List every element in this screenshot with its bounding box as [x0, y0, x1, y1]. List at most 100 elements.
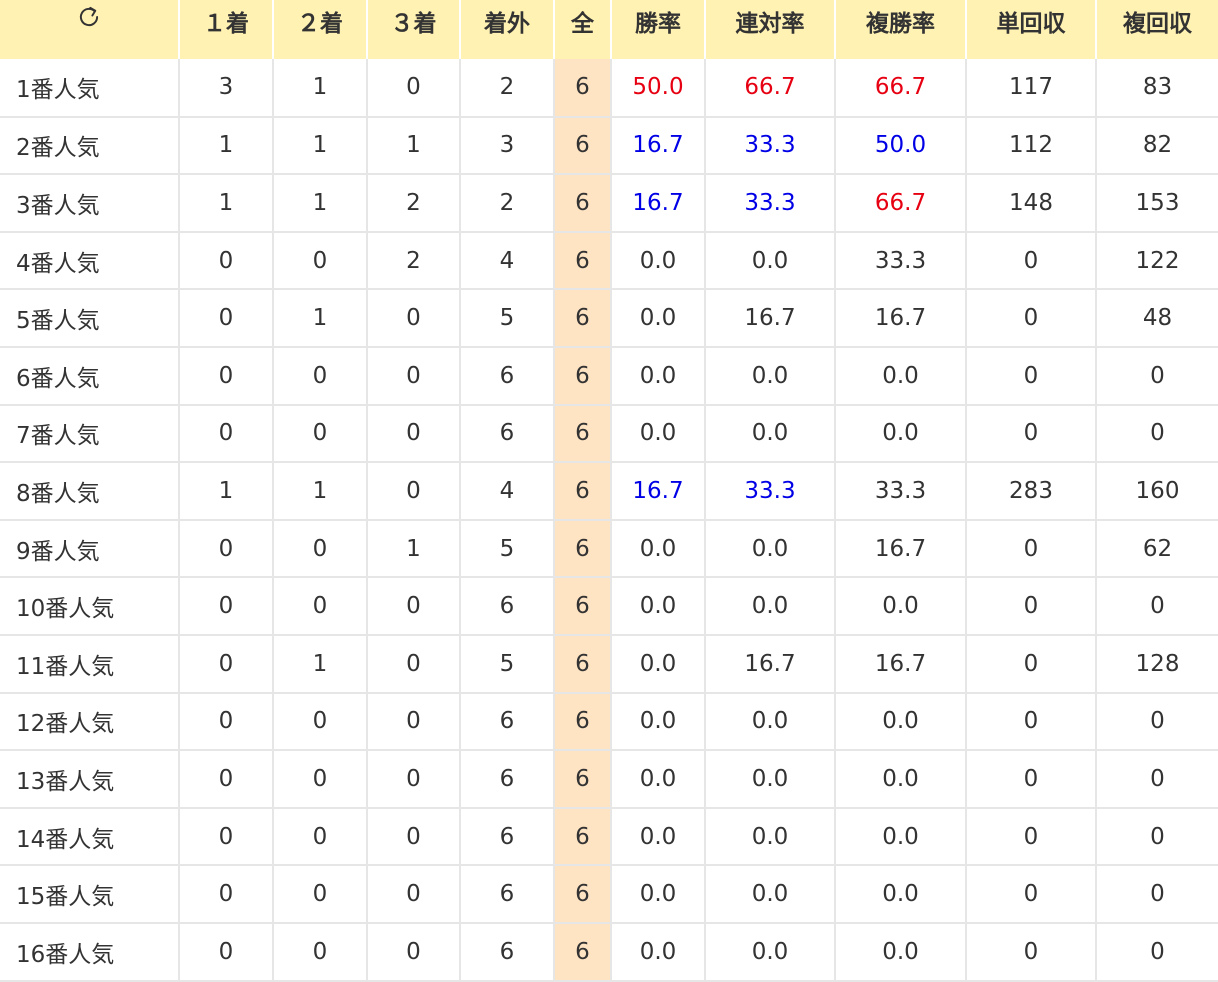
- cell-quinella-rate: 33.3: [705, 462, 836, 521]
- cell-win-return: 0: [966, 289, 1097, 348]
- cell-place-return: 48: [1096, 289, 1218, 348]
- cell-third: 1: [367, 519, 461, 579]
- refresh-button[interactable]: [0, 0, 180, 59]
- cell-quinella-rate: 16.7: [705, 289, 836, 348]
- cell-total: 6: [554, 59, 612, 118]
- cell-out: 5: [460, 289, 555, 348]
- cell-win-rate: 16.7: [611, 174, 706, 233]
- header-total[interactable]: 全: [554, 0, 612, 59]
- cell-third: 0: [367, 692, 461, 752]
- table-row: 8番人気 1 1 0 4 6 16.7 33.3 33.3 283 160: [0, 462, 1218, 521]
- table-row: 13番人気 0 0 0 6 6 0.0 0.0 0.0 0 0: [0, 750, 1218, 809]
- cell-place-return: 128: [1096, 634, 1218, 694]
- header-win-return[interactable]: 単回収: [966, 0, 1097, 59]
- cell-total: 6: [554, 289, 612, 348]
- cell-win-rate: 0.0: [611, 346, 706, 406]
- row-label: 6番人気: [0, 346, 180, 406]
- cell-place-rate: 66.7: [835, 59, 967, 118]
- cell-second: 1: [273, 116, 368, 176]
- table-row: 12番人気 0 0 0 6 6 0.0 0.0 0.0 0 0: [0, 692, 1218, 752]
- table-row: 14番人気 0 0 0 6 6 0.0 0.0 0.0 0 0: [0, 807, 1218, 867]
- cell-win-return: 0: [966, 634, 1097, 694]
- cell-place-rate: 33.3: [835, 462, 967, 521]
- cell-total: 6: [554, 404, 612, 464]
- cell-place-return: 0: [1096, 577, 1218, 636]
- cell-third: 0: [367, 634, 461, 694]
- row-label: 3番人気: [0, 174, 180, 233]
- row-label: 1番人気: [0, 59, 180, 118]
- cell-second: 1: [273, 59, 368, 118]
- row-label: 4番人気: [0, 231, 180, 291]
- table-row: 16番人気 0 0 0 6 6 0.0 0.0 0.0 0 0: [0, 922, 1218, 982]
- cell-out: 2: [460, 59, 555, 118]
- cell-quinella-rate: 0.0: [705, 750, 836, 809]
- cell-quinella-rate: 16.7: [705, 634, 836, 694]
- table-row: 1番人気 3 1 0 2 6 50.0 66.7 66.7 117 83: [0, 59, 1218, 118]
- cell-first: 0: [179, 519, 274, 579]
- cell-win-return: 0: [966, 519, 1097, 579]
- cell-place-rate: 66.7: [835, 174, 967, 233]
- cell-first: 1: [179, 462, 274, 521]
- cell-first: 1: [179, 174, 274, 233]
- cell-place-return: 82: [1096, 116, 1218, 176]
- cell-place-return: 0: [1096, 692, 1218, 752]
- cell-out: 6: [460, 865, 555, 924]
- cell-place-rate: 33.3: [835, 231, 967, 291]
- cell-second: 0: [273, 346, 368, 406]
- cell-total: 6: [554, 116, 612, 176]
- header-out[interactable]: 着外: [460, 0, 555, 59]
- header-quinella-rate[interactable]: 連対率: [705, 0, 836, 59]
- cell-place-rate: 0.0: [835, 807, 967, 867]
- cell-third: 0: [367, 289, 461, 348]
- header-first[interactable]: １着: [179, 0, 274, 59]
- cell-win-return: 117: [966, 59, 1097, 118]
- header-win-rate[interactable]: 勝率: [611, 0, 706, 59]
- cell-win-return: 0: [966, 750, 1097, 809]
- cell-quinella-rate: 0.0: [705, 577, 836, 636]
- cell-total: 6: [554, 231, 612, 291]
- cell-place-return: 62: [1096, 519, 1218, 579]
- table-body: 1番人気 3 1 0 2 6 50.0 66.7 66.7 117 83 2番人気 1 1 1 3 6 16.7 3…: [0, 59, 1218, 982]
- refresh-icon[interactable]: [76, 4, 102, 30]
- cell-out: 6: [460, 750, 555, 809]
- cell-second: 0: [273, 519, 368, 579]
- cell-win-rate: 0.0: [611, 692, 706, 752]
- cell-third: 0: [367, 750, 461, 809]
- cell-place-rate: 16.7: [835, 519, 967, 579]
- cell-quinella-rate: 0.0: [705, 231, 836, 291]
- cell-place-rate: 0.0: [835, 577, 967, 636]
- cell-place-return: 0: [1096, 865, 1218, 924]
- cell-win-rate: 0.0: [611, 404, 706, 464]
- row-label: 13番人気: [0, 750, 180, 809]
- cell-out: 2: [460, 174, 555, 233]
- header-second[interactable]: ２着: [273, 0, 368, 59]
- cell-first: 0: [179, 692, 274, 752]
- cell-first: 0: [179, 922, 274, 982]
- row-label: 16番人気: [0, 922, 180, 982]
- cell-third: 0: [367, 59, 461, 118]
- cell-win-rate: 0.0: [611, 807, 706, 867]
- cell-quinella-rate: 0.0: [705, 692, 836, 752]
- cell-second: 0: [273, 231, 368, 291]
- cell-win-return: 0: [966, 807, 1097, 867]
- row-label: 10番人気: [0, 577, 180, 636]
- cell-place-rate: 50.0: [835, 116, 967, 176]
- cell-third: 0: [367, 807, 461, 867]
- header-place-return[interactable]: 複回収: [1096, 0, 1218, 59]
- header-place-rate[interactable]: 複勝率: [835, 0, 967, 59]
- cell-first: 0: [179, 404, 274, 464]
- row-label: 12番人気: [0, 692, 180, 752]
- row-label: 2番人気: [0, 116, 180, 176]
- cell-place-rate: 0.0: [835, 692, 967, 752]
- cell-quinella-rate: 0.0: [705, 519, 836, 579]
- cell-total: 6: [554, 174, 612, 233]
- cell-win-rate: 0.0: [611, 231, 706, 291]
- cell-first: 0: [179, 346, 274, 406]
- cell-total: 6: [554, 634, 612, 694]
- cell-second: 0: [273, 404, 368, 464]
- cell-third: 1: [367, 116, 461, 176]
- header-third[interactable]: ３着: [367, 0, 461, 59]
- header-row: １着 ２着 ３着 着外 全 勝率 連対率 複勝率 単回収 複回収: [0, 0, 1218, 59]
- cell-place-return: 0: [1096, 346, 1218, 406]
- cell-place-rate: 0.0: [835, 346, 967, 406]
